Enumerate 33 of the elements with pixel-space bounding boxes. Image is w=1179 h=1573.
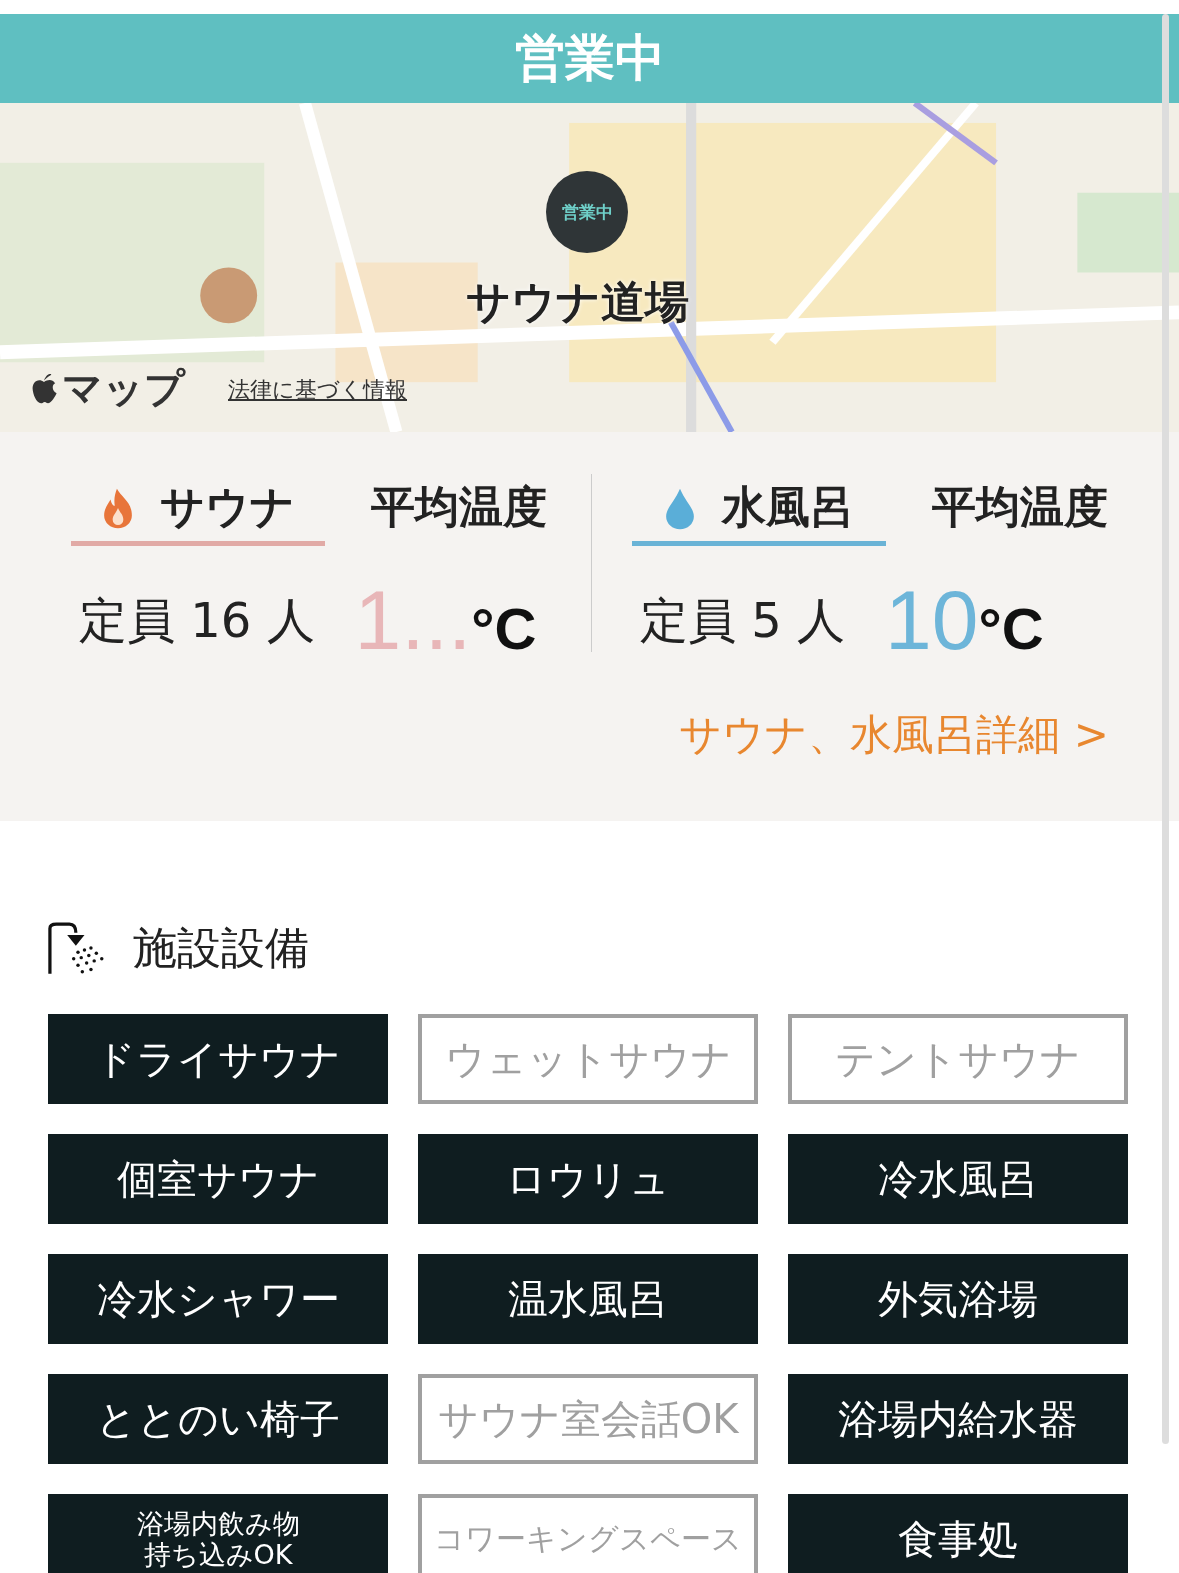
temperature-unit: °C [978, 595, 1044, 662]
scrollbar[interactable] [1162, 14, 1169, 1444]
temperature-unit: °C [471, 595, 537, 662]
facility-tag: 食事処 [788, 1494, 1128, 1573]
facility-tag: 外気浴場 [788, 1254, 1128, 1344]
facility-tag: 浴場内給水器 [788, 1374, 1128, 1464]
status-banner: 営業中 [0, 14, 1179, 103]
maps-brand: マップ [62, 364, 185, 413]
facility-tag: ウェットサウナ [418, 1014, 758, 1104]
temperature-value: 1... [354, 572, 472, 669]
facility-tag: テントサウナ [788, 1014, 1128, 1104]
facility-tag-line: 浴場内飲み物 [136, 1507, 300, 1539]
legal-link[interactable]: 法律に基づく情報 [228, 375, 407, 405]
average-label: 平均温度 [932, 480, 1108, 534]
section-title: 施設設備 [133, 921, 309, 975]
facility-tag: ドライサウナ [48, 1014, 388, 1104]
average-label: 平均温度 [371, 480, 547, 534]
bath-tab[interactable]: サウナ [71, 474, 325, 546]
facility-tag: 冷水シャワー [48, 1254, 388, 1344]
capacity-text: 定員 16 人 [79, 590, 315, 650]
facility-tag-line: 持ち込みOK [143, 1539, 293, 1571]
facility-tag: ととのい椅子 [48, 1374, 388, 1464]
capacity-text: 定員 5 人 [640, 590, 846, 650]
apple-logo-icon [30, 371, 58, 406]
facility-tag: ロウリュ [418, 1134, 758, 1224]
facility-tag: 温水風呂 [418, 1254, 758, 1344]
temperature-value: 10 [885, 572, 979, 669]
facility-tag: 個室サウナ [48, 1134, 388, 1224]
facility-tag: コワーキングスペース [418, 1494, 758, 1573]
bath-tab[interactable]: 水風呂 [632, 474, 886, 546]
facility-tag: 冷水風呂 [788, 1134, 1128, 1224]
facility-tag: サウナ室会話OK [418, 1374, 758, 1464]
place-label: サウナ道場 [466, 275, 689, 329]
